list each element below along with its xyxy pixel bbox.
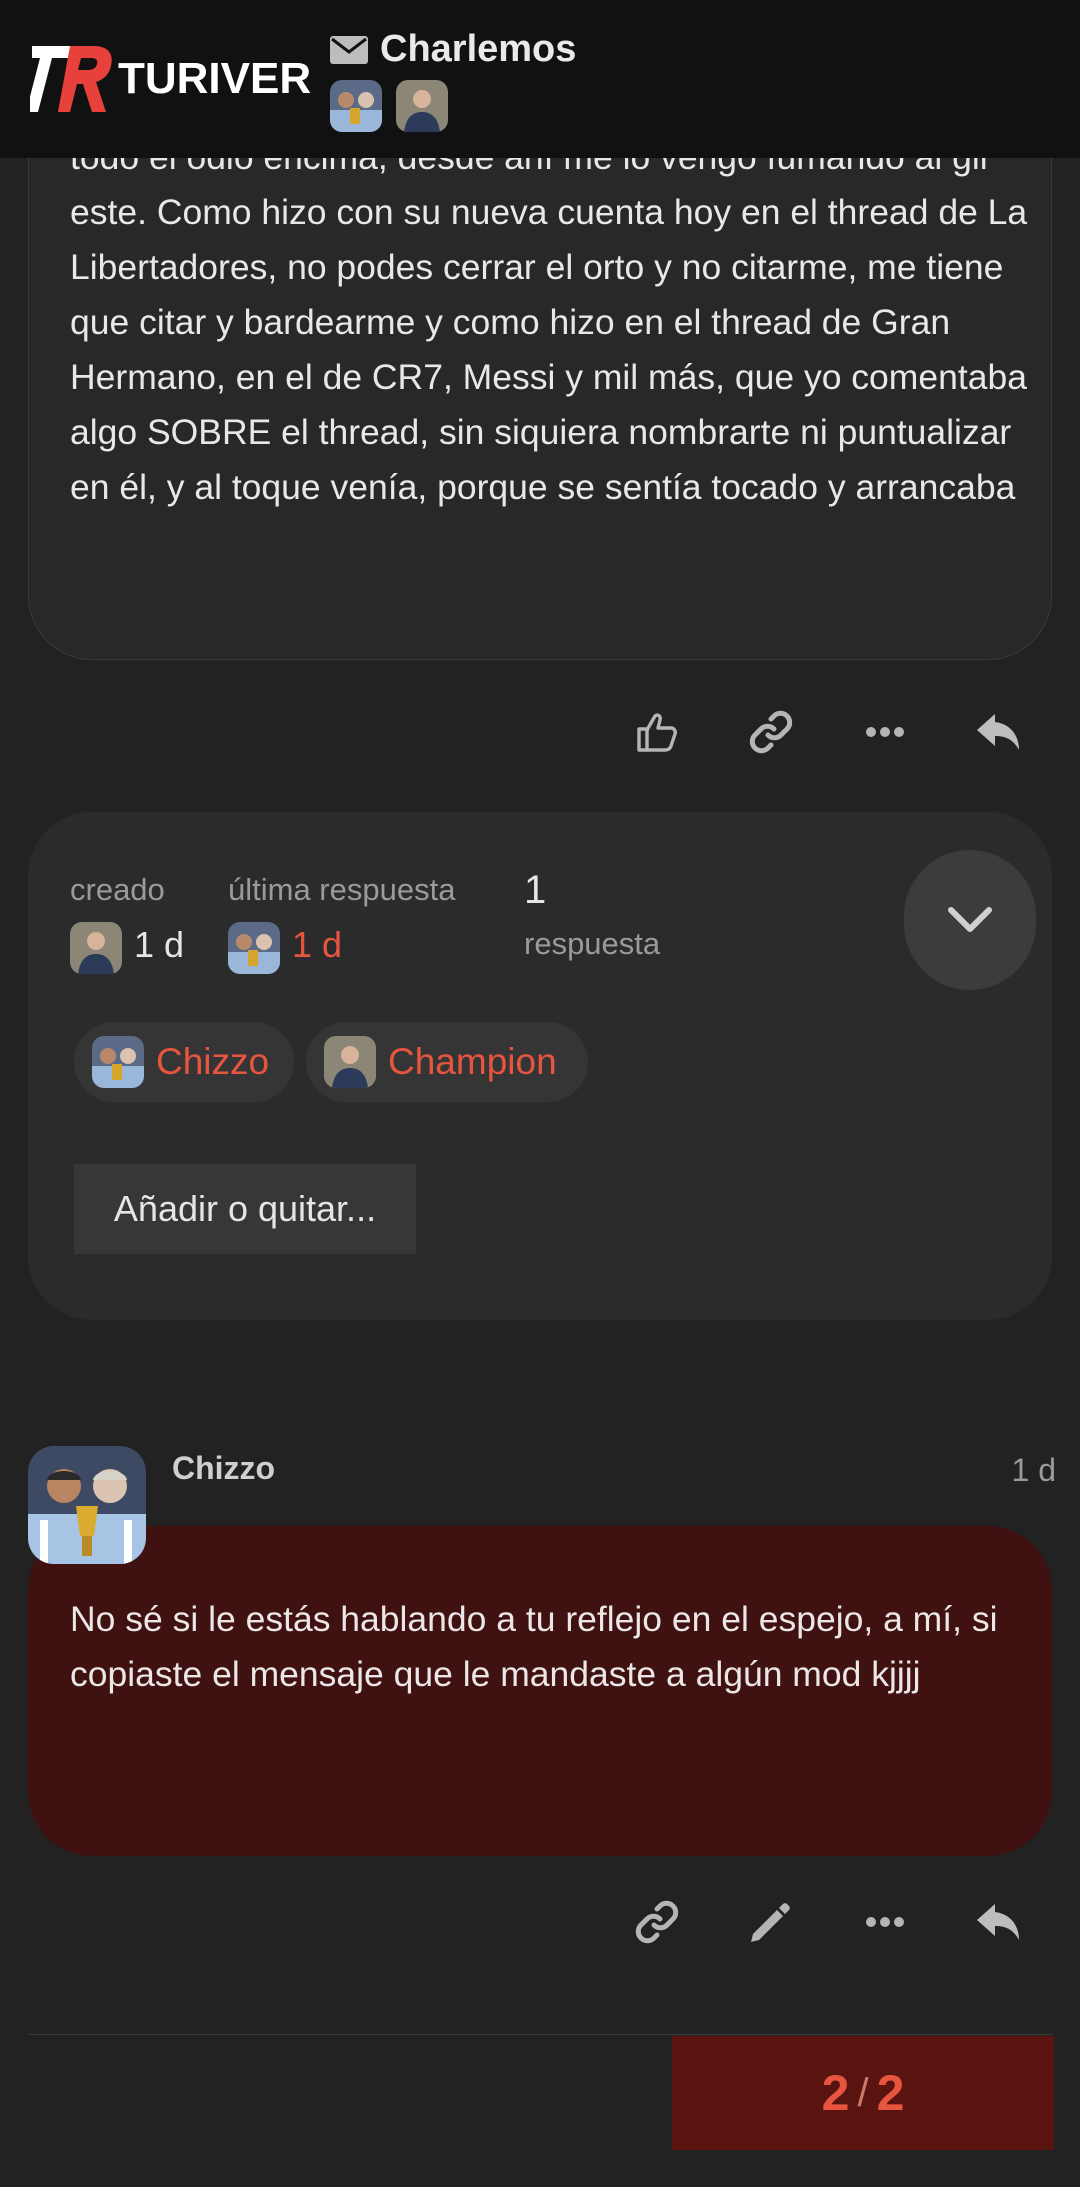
post-2-avatar[interactable]	[28, 1446, 146, 1564]
chevron-down-icon	[948, 907, 992, 932]
post-1-actions	[600, 692, 1056, 772]
link-icon	[749, 710, 793, 754]
post-2-time[interactable]: 1 d	[1012, 1452, 1056, 1489]
link-icon	[635, 1900, 679, 1944]
expand-topic-map-button[interactable]	[904, 850, 1036, 990]
reply-button[interactable]	[942, 1882, 1056, 1962]
participant-name: Champion	[388, 1041, 557, 1082]
header-participants	[330, 80, 448, 132]
more-icon	[866, 1917, 904, 1927]
last-reply-value: 1 d	[292, 924, 343, 965]
copy-link-button[interactable]	[600, 1882, 714, 1962]
edit-button[interactable]	[714, 1882, 828, 1962]
creator-avatar[interactable]	[70, 922, 122, 974]
replies-label: respuesta	[524, 926, 661, 961]
logo-text: TURIVER	[118, 54, 312, 103]
more-options-button[interactable]	[828, 692, 942, 772]
add-remove-participants-button[interactable]: Añadir o quitar...	[74, 1164, 416, 1254]
post-2-actions	[600, 1882, 1056, 1962]
topic-title[interactable]: Charlemos	[330, 28, 576, 71]
participant-champion[interactable]: Champion	[306, 1022, 588, 1102]
more-options-button[interactable]	[828, 1882, 942, 1962]
reply-icon	[977, 714, 1019, 750]
edit-icon	[751, 1903, 790, 1942]
progress-separator: /	[857, 2070, 869, 2115]
progress-total: 2	[876, 2065, 905, 2121]
avatar[interactable]	[330, 80, 382, 132]
timeline-divider	[28, 2034, 1052, 2035]
participant-name: Chizzo	[156, 1041, 270, 1082]
progress-current: 2	[821, 2065, 850, 2121]
created-label: creado	[70, 872, 165, 907]
avatar	[92, 1036, 144, 1088]
replies-count: 1	[524, 868, 547, 912]
last-poster-avatar[interactable]	[228, 922, 280, 974]
created-value: 1 d	[134, 924, 185, 965]
site-header: TURIVER Charlemos	[0, 0, 1080, 158]
participant-chizzo[interactable]: Chizzo	[74, 1022, 294, 1102]
like-icon	[637, 713, 677, 752]
last-reply-label: última respuesta	[228, 872, 456, 907]
more-icon	[866, 727, 904, 737]
site-logo[interactable]: TURIVER	[30, 44, 312, 114]
topic-title-text: Charlemos	[380, 28, 577, 70]
reply-button[interactable]	[942, 692, 1056, 772]
post-2-card: No sé si le estás hablando a tu reflejo …	[28, 1526, 1052, 1856]
like-button[interactable]	[600, 692, 714, 772]
logo-mark-icon	[30, 46, 112, 112]
avatar[interactable]	[396, 80, 448, 132]
envelope-icon	[330, 35, 368, 64]
copy-link-button[interactable]	[714, 692, 828, 772]
avatar	[324, 1036, 376, 1088]
post-1-text: todo el odio encima, desde ahí me lo ven…	[70, 137, 1028, 507]
post-2-username[interactable]: Chizzo	[172, 1450, 275, 1487]
post-2-text: No sé si le estás hablando a tu reflejo …	[70, 1599, 998, 1694]
reply-icon	[977, 1904, 1019, 1940]
topic-progress-button[interactable]: 2 / 2	[672, 2036, 1054, 2150]
topic-map: creado 1 d última respuesta 1 d 1 respue…	[28, 812, 1052, 1320]
